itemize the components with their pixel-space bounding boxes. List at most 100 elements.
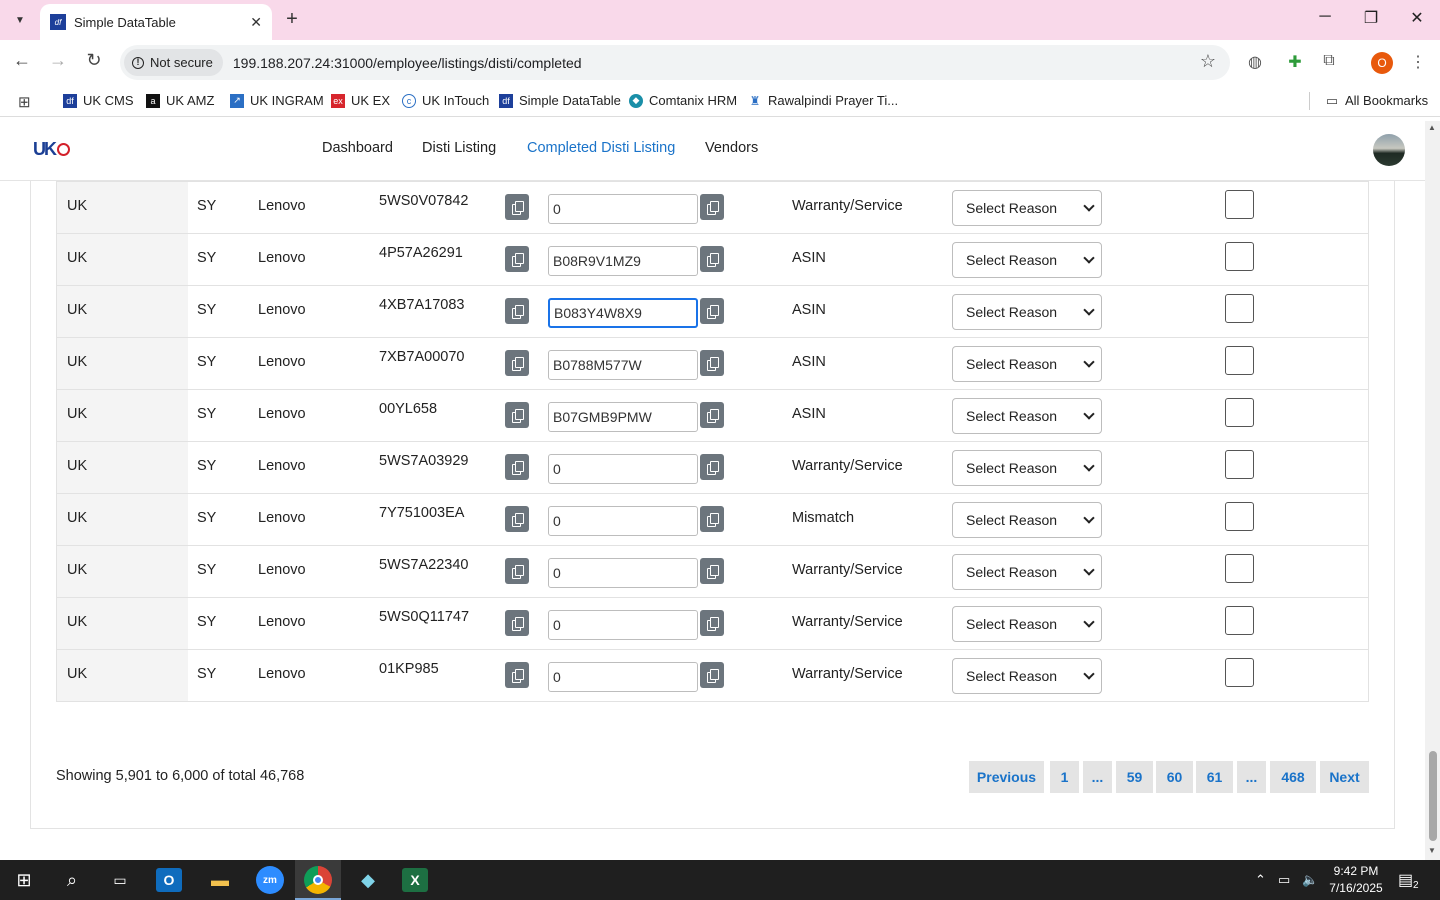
- pagination-page[interactable]: 468: [1270, 761, 1316, 793]
- copy-mpn-button[interactable]: [505, 194, 529, 220]
- security-chip[interactable]: ! Not secure: [124, 49, 223, 76]
- select-reason-dropdown[interactable]: Select Reason: [952, 450, 1102, 486]
- nav-disti-listing[interactable]: Disti Listing: [422, 140, 496, 156]
- copy-asin-button[interactable]: [700, 610, 724, 636]
- copy-asin-button[interactable]: [700, 246, 724, 272]
- network-icon[interactable]: ▭: [1278, 872, 1290, 888]
- site-logo[interactable]: UK: [33, 139, 70, 160]
- bookmark-comtanix-hrm[interactable]: ◆ Comtanix HRM: [629, 93, 737, 108]
- pagination-next[interactable]: Next: [1320, 761, 1369, 793]
- apps-grid-icon[interactable]: ⊞: [18, 93, 31, 111]
- select-reason-dropdown[interactable]: Select Reason: [952, 658, 1102, 694]
- extensions-puzzle-icon[interactable]: ⧉: [1318, 52, 1340, 70]
- row-checkbox[interactable]: [1225, 346, 1254, 375]
- bookmark-star-icon[interactable]: ☆: [1200, 51, 1216, 72]
- row-checkbox[interactable]: [1225, 606, 1254, 635]
- copy-asin-button[interactable]: [700, 402, 724, 428]
- copy-asin-button[interactable]: [700, 506, 724, 532]
- row-checkbox[interactable]: [1225, 554, 1254, 583]
- copy-mpn-button[interactable]: [505, 558, 529, 584]
- outlook-icon[interactable]: O: [156, 868, 182, 892]
- forward-icon[interactable]: →: [46, 50, 70, 71]
- pagination-previous[interactable]: Previous: [969, 761, 1044, 793]
- asin-input[interactable]: [548, 298, 698, 328]
- asin-input[interactable]: [548, 402, 698, 432]
- pagination-page[interactable]: 1: [1050, 761, 1079, 793]
- close-window-icon[interactable]: ✕: [1402, 8, 1432, 28]
- select-reason-dropdown[interactable]: Select Reason: [952, 502, 1102, 538]
- copy-mpn-button[interactable]: [505, 506, 529, 532]
- extension-plus-icon[interactable]: ✚: [1284, 52, 1306, 72]
- all-bookmarks[interactable]: ▭ All Bookmarks: [1325, 93, 1428, 109]
- copy-asin-button[interactable]: [700, 194, 724, 220]
- user-avatar[interactable]: [1373, 134, 1405, 166]
- restore-icon[interactable]: ❐: [1356, 8, 1386, 28]
- select-reason-dropdown[interactable]: Select Reason: [952, 242, 1102, 278]
- row-checkbox[interactable]: [1225, 242, 1254, 271]
- browser-tab[interactable]: df Simple DataTable ✕: [40, 4, 272, 40]
- reload-icon[interactable]: ↻: [82, 50, 106, 71]
- bookmark-simple-datatable[interactable]: df Simple DataTable: [499, 93, 621, 108]
- minimize-icon[interactable]: ─: [1310, 8, 1340, 26]
- select-reason-dropdown[interactable]: Select Reason: [952, 606, 1102, 642]
- asin-input[interactable]: [548, 194, 698, 224]
- pagination-page[interactable]: 61: [1196, 761, 1233, 793]
- row-checkbox[interactable]: [1225, 502, 1254, 531]
- copy-asin-button[interactable]: [700, 558, 724, 584]
- pagination-page[interactable]: 59: [1116, 761, 1153, 793]
- asin-input[interactable]: [548, 246, 698, 276]
- select-reason-dropdown[interactable]: Select Reason: [952, 294, 1102, 330]
- pagination-page[interactable]: 60: [1156, 761, 1193, 793]
- system-clock[interactable]: 9:42 PM 7/16/2025: [1326, 863, 1386, 897]
- select-reason-dropdown[interactable]: Select Reason: [952, 190, 1102, 226]
- excel-icon[interactable]: X: [402, 868, 428, 892]
- select-reason-dropdown[interactable]: Select Reason: [952, 398, 1102, 434]
- notifications-icon[interactable]: ▤: [1398, 870, 1413, 890]
- bookmark-prayer-times[interactable]: ♜ Rawalpindi Prayer Ti...: [748, 93, 898, 108]
- asin-input[interactable]: [548, 506, 698, 536]
- bookmark-uk-intouch[interactable]: c UK InTouch: [402, 93, 489, 108]
- scroll-down-icon[interactable]: ▼: [1428, 846, 1436, 855]
- browser-menu-icon[interactable]: ⋮: [1407, 52, 1429, 72]
- new-tab-icon[interactable]: +: [282, 8, 302, 31]
- profile-avatar[interactable]: O: [1371, 52, 1393, 74]
- copy-asin-button[interactable]: [700, 350, 724, 376]
- copy-mpn-button[interactable]: [505, 454, 529, 480]
- address-bar[interactable]: ! Not secure 199.188.207.24:31000/employ…: [120, 45, 1230, 80]
- nav-dashboard[interactable]: Dashboard: [322, 140, 393, 156]
- bookmark-uk-ex[interactable]: ex UK EX: [331, 93, 390, 108]
- scroll-up-icon[interactable]: ▲: [1428, 123, 1436, 132]
- bookmark-uk-cms[interactable]: df UK CMS: [63, 93, 134, 108]
- tray-chevron-icon[interactable]: ⌃: [1255, 872, 1266, 888]
- asin-input[interactable]: [548, 558, 698, 588]
- row-checkbox[interactable]: [1225, 398, 1254, 427]
- copy-mpn-button[interactable]: [505, 246, 529, 272]
- asin-input[interactable]: [548, 350, 698, 380]
- asin-input[interactable]: [548, 610, 698, 640]
- scroll-thumb[interactable]: [1429, 751, 1437, 841]
- chrome-icon[interactable]: [304, 866, 332, 894]
- copy-asin-button[interactable]: [700, 298, 724, 324]
- zoom-icon[interactable]: zm: [256, 866, 284, 894]
- copy-mpn-button[interactable]: [505, 298, 529, 324]
- tab-close-icon[interactable]: ✕: [250, 14, 262, 31]
- row-checkbox[interactable]: [1225, 658, 1254, 687]
- translate-icon[interactable]: ◍: [1244, 52, 1266, 72]
- asin-input[interactable]: [548, 662, 698, 692]
- volume-muted-icon[interactable]: 🔈: [1302, 872, 1318, 888]
- copy-mpn-button[interactable]: [505, 662, 529, 688]
- url-text[interactable]: 199.188.207.24:31000/employee/listings/d…: [233, 55, 582, 71]
- search-icon[interactable]: ⌕: [58, 866, 86, 894]
- app-diamond-icon[interactable]: ◆: [354, 866, 382, 894]
- row-checkbox[interactable]: [1225, 294, 1254, 323]
- page-scrollbar[interactable]: ▲ ▼: [1425, 121, 1440, 860]
- copy-asin-button[interactable]: [700, 662, 724, 688]
- bookmark-uk-amz[interactable]: a UK AMZ: [146, 93, 214, 108]
- select-reason-dropdown[interactable]: Select Reason: [952, 554, 1102, 590]
- bookmark-uk-ingram[interactable]: ↗ UK INGRAM: [230, 93, 324, 108]
- asin-input[interactable]: [548, 454, 698, 484]
- file-explorer-icon[interactable]: ▬: [206, 866, 234, 894]
- nav-vendors[interactable]: Vendors: [705, 140, 758, 156]
- copy-mpn-button[interactable]: [505, 610, 529, 636]
- select-reason-dropdown[interactable]: Select Reason: [952, 346, 1102, 382]
